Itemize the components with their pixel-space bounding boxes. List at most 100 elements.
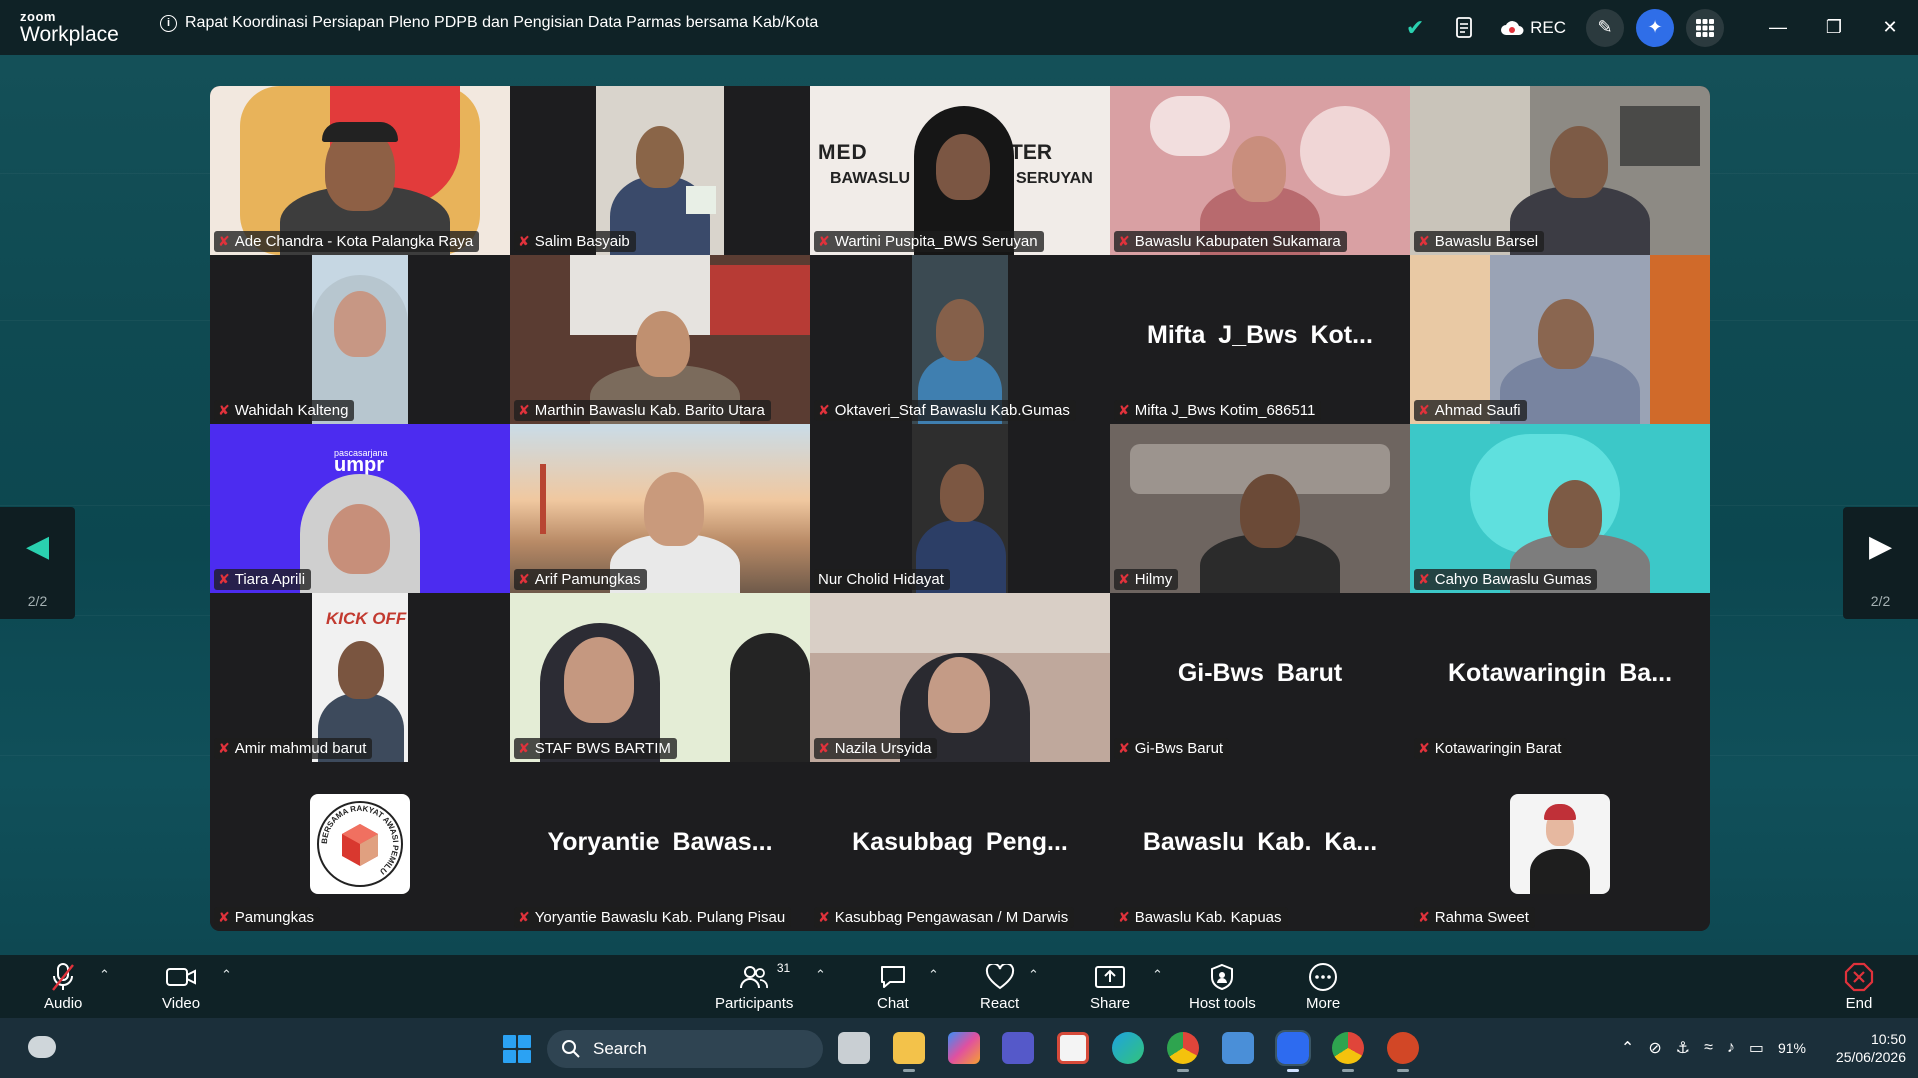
participant-name-tag: ✘ Tiara Aprili <box>214 569 312 590</box>
mic-tray-icon[interactable]: ⚓ <box>1676 1038 1690 1058</box>
participant-tile[interactable]: ✘ Ahmad Saufi <box>1410 255 1710 424</box>
participant-tile[interactable]: Gi-Bws Barut ✘ Gi-Bws Barut <box>1110 593 1410 762</box>
participant-video: MED TER BAWASLU SERUYAN <box>810 86 1110 255</box>
participant-tile[interactable]: ✘ Ade Chandra - Kota Palangka Raya <box>210 86 510 255</box>
participant-tile[interactable]: ✘ Nazila Ursyida <box>810 593 1110 762</box>
minimize-button[interactable]: — <box>1750 17 1806 38</box>
participant-tile[interactable]: ✘ Salim Basyaib <box>510 86 810 255</box>
mic-muted-icon: ✘ <box>818 740 830 756</box>
cloud-recording-indicator[interactable]: REC <box>1500 18 1566 38</box>
participant-tile[interactable]: ✘ STAF BWS BARTIM <box>510 593 810 762</box>
battery-icon[interactable]: ▭ <box>1749 1038 1764 1058</box>
wifi-icon[interactable]: ≈ <box>1704 1039 1713 1057</box>
participant-tile[interactable]: Mifta J_Bws Kot... ✘ Mifta J_Bws Kotim_68… <box>1110 255 1410 424</box>
volume-icon[interactable]: ♪ <box>1727 1039 1735 1057</box>
more-button[interactable]: More <box>1306 961 1340 1012</box>
video-options-chevron-icon[interactable]: ⌃ <box>221 967 232 983</box>
participant-tile[interactable]: ✘ Bawaslu Barsel <box>1410 86 1710 255</box>
share-options-chevron-icon[interactable]: ⌃ <box>1152 967 1163 983</box>
participant-name: Cahyo Bawaslu Gumas <box>1434 571 1592 588</box>
react-button[interactable]: React <box>980 961 1019 1012</box>
photos-icon[interactable] <box>1222 1032 1254 1064</box>
participant-tile[interactable]: Kotawaringin Ba... ✘ Kotawaringin Barat <box>1410 593 1710 762</box>
participant-video <box>1110 424 1410 593</box>
participant-name-tag: ✘ Bawaslu Barsel <box>1414 231 1545 252</box>
camera-off-icon[interactable]: ⊘ <box>1648 1038 1661 1058</box>
participant-tile[interactable]: Bawaslu Kab. Ka... ✘ Bawaslu Kab. Kapuas <box>1110 762 1410 931</box>
windows-start-icon[interactable] <box>503 1035 531 1063</box>
audio-button[interactable]: Audio <box>44 961 82 1012</box>
poster-text: KICK OFF <box>326 609 407 628</box>
participant-name-tag: ✘ Nazila Ursyida <box>814 738 938 759</box>
more-label: More <box>1306 995 1341 1012</box>
chat-options-chevron-icon[interactable]: ⌃ <box>928 967 939 983</box>
battery-percent: 91% <box>1777 1040 1806 1056</box>
participants-button[interactable]: 31 Participants <box>715 961 793 1012</box>
mic-muted-icon: ✘ <box>818 402 830 418</box>
banner-text-left: MED <box>818 141 868 164</box>
apps-grid-button[interactable] <box>1686 8 1724 47</box>
taskbar-search-box[interactable]: Search <box>547 1030 823 1068</box>
ai-companion-button[interactable]: ✦ <box>1636 8 1674 47</box>
participant-tile[interactable]: ✘ Marthin Bawaslu Kab. Barito Utara <box>510 255 810 424</box>
chrome-profile-icon[interactable] <box>1332 1032 1364 1072</box>
show-hidden-icons-chevron-icon[interactable]: ⌃ <box>1621 1038 1634 1058</box>
participant-name: Bawaslu Barsel <box>1434 233 1539 250</box>
participant-tile[interactable]: ✘ Oktaveri_Staf Bawaslu Kab.Gumas <box>810 255 1110 424</box>
logo-brand-top: zoom <box>20 9 56 24</box>
participant-display-name: Mifta J_Bws Kot... <box>1147 321 1373 349</box>
participant-tile[interactable]: Nur Cholid Hidayat <box>810 424 1110 593</box>
participant-tile[interactable]: ✘ Hilmy <box>1110 424 1410 593</box>
powerpoint-icon[interactable] <box>1387 1032 1419 1072</box>
zoom-app-icon[interactable] <box>1275 1030 1311 1072</box>
info-icon[interactable]: i <box>160 14 177 32</box>
video-button[interactable]: Video <box>162 961 200 1012</box>
chat-button[interactable]: Chat <box>877 961 909 1012</box>
task-view-icon[interactable] <box>838 1032 870 1064</box>
share-screen-icon <box>1094 961 1126 993</box>
next-page-button[interactable]: ▶ 2/2 <box>1843 507 1918 619</box>
close-button[interactable]: ✕ <box>1862 17 1918 38</box>
participant-tile[interactable]: pascasarjana umpr ✘ Tiara Aprili <box>210 424 510 593</box>
teams-icon[interactable] <box>1002 1032 1034 1064</box>
participant-tile[interactable]: ✘ Bawaslu Kabupaten Sukamara <box>1110 86 1410 255</box>
host-tools-button[interactable]: Host tools <box>1189 961 1256 1012</box>
meeting-info[interactable]: i Rapat Koordinasi Persiapan Pleno PDPB … <box>160 14 818 32</box>
audio-options-chevron-icon[interactable]: ⌃ <box>99 967 110 983</box>
file-explorer-icon[interactable] <box>893 1032 925 1072</box>
participant-name-tag: ✘ Pamungkas <box>214 907 320 928</box>
system-clock[interactable]: 10:50 25/06/2026 <box>1836 1030 1906 1066</box>
edge-browser-icon[interactable] <box>1112 1032 1144 1064</box>
participant-tile[interactable]: ✘ Arif Pamungkas <box>510 424 810 593</box>
cloud-record-icon <box>1501 20 1524 35</box>
microsoft-store-icon[interactable] <box>1057 1032 1089 1064</box>
weather-cloud-icon[interactable] <box>28 1036 56 1058</box>
notes-icon[interactable] <box>1448 11 1482 45</box>
encryption-shield-icon[interactable]: ✔ <box>1398 11 1432 45</box>
previous-page-button[interactable]: ◀ 2/2 <box>0 507 75 619</box>
participant-tile[interactable]: ✘ Rahma Sweet <box>1410 762 1710 931</box>
search-placeholder: Search <box>593 1039 647 1058</box>
copilot-icon[interactable] <box>948 1032 980 1064</box>
annotate-pencil-button[interactable]: ✎ <box>1586 8 1624 47</box>
restore-button[interactable]: ❐ <box>1806 17 1862 38</box>
end-meeting-button[interactable]: End <box>1844 961 1874 1012</box>
participant-tile[interactable]: ✘ Wahidah Kalteng <box>210 255 510 424</box>
participant-tile[interactable]: MED TER BAWASLU SERUYAN ✘ Wartini Puspita… <box>810 86 1110 255</box>
mic-muted-icon: ✘ <box>218 402 230 418</box>
chrome-icon[interactable] <box>1167 1032 1199 1072</box>
participant-tile[interactable]: BERSAMA RAKYAT AWASI PEMILU ✘ Pamungkas <box>210 762 510 931</box>
react-options-chevron-icon[interactable]: ⌃ <box>1028 967 1039 983</box>
participant-name: Bawaslu Kabupaten Sukamara <box>1134 233 1341 250</box>
mic-muted-icon: ✘ <box>218 233 230 249</box>
share-button[interactable]: Share <box>1090 961 1130 1012</box>
participant-video <box>596 86 724 255</box>
participant-name-tag: ✘ STAF BWS BARTIM <box>514 738 677 759</box>
participants-options-chevron-icon[interactable]: ⌃ <box>815 967 826 983</box>
participant-tile[interactable]: KICK OFF ✘ Amir mahmud barut <box>210 593 510 762</box>
chevron-left-icon: ◀ <box>25 530 50 563</box>
heart-icon <box>985 961 1015 993</box>
participant-tile[interactable]: ✘ Cahyo Bawaslu Gumas <box>1410 424 1710 593</box>
participant-tile[interactable]: Kasubbag Peng... ✘ Kasubbag Pengawasan / … <box>810 762 1110 931</box>
participant-tile[interactable]: Yoryantie Bawas... ✘ Yoryantie Bawaslu Ka… <box>510 762 810 931</box>
